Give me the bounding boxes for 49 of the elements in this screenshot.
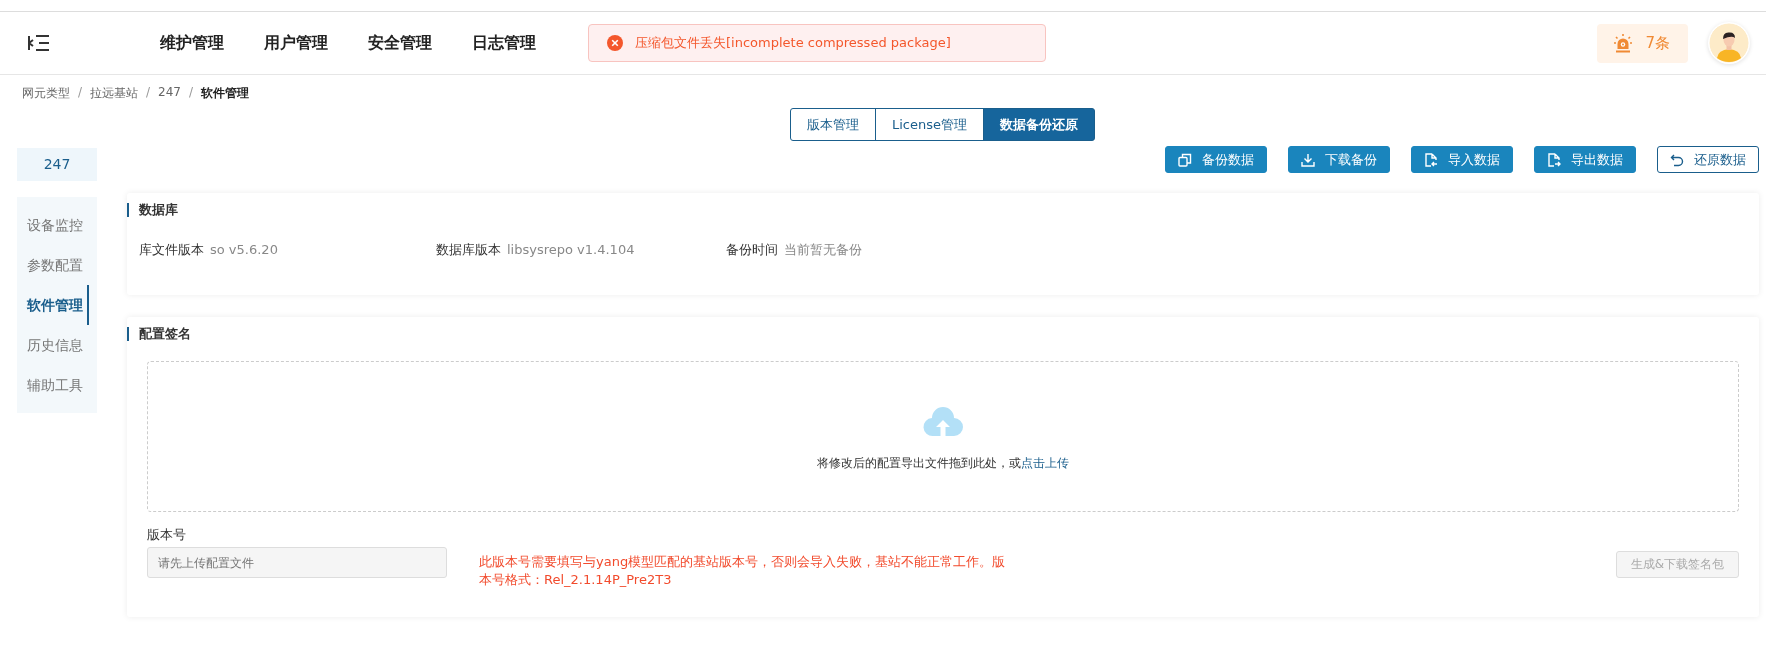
nav-item[interactable]: 维护管理: [160, 32, 224, 54]
action-button[interactable]: 下载备份: [1288, 146, 1390, 173]
tab[interactable]: 数据备份还原: [983, 108, 1095, 141]
action-button[interactable]: 备份数据: [1165, 146, 1267, 173]
warning-text: 此版本号需要填写与yang模型匹配的基站版本号，否则会导入失败，基站不能正常工作。版本号格式：Rel_2.1.14P_Pre2T3: [479, 553, 1007, 589]
field-value: libsysrepo v1.4.104: [507, 242, 635, 257]
side-menu-item[interactable]: 软件管理: [17, 285, 89, 325]
upload-dropzone[interactable]: 将修改后的配置导出文件拖到此处，或点击上传: [147, 361, 1739, 512]
file-export-icon: [1547, 152, 1561, 167]
upload-hint: 将修改后的配置导出文件拖到此处，或点击上传: [817, 455, 1069, 472]
action-button[interactable]: 还原数据: [1657, 146, 1759, 173]
action-button[interactable]: 导入数据: [1411, 146, 1513, 173]
avatar-icon[interactable]: [1708, 22, 1750, 64]
field-label: 版本号: [147, 526, 187, 544]
tab[interactable]: License管理: [875, 108, 984, 141]
section-title: 数据库: [127, 203, 1759, 217]
action-button[interactable]: 导出数据: [1534, 146, 1636, 173]
error-icon: [607, 35, 623, 51]
breadcrumb-separator: /: [146, 85, 151, 101]
cloud-upload-icon: [923, 407, 963, 437]
field-label: 备份时间: [726, 242, 778, 257]
node-label: 247: [17, 148, 97, 181]
side-menu-item[interactable]: 辅助工具: [17, 365, 97, 405]
undo-icon: [1670, 152, 1684, 167]
upload-link[interactable]: 点击上传: [1021, 456, 1069, 470]
nav-item[interactable]: 安全管理: [368, 32, 432, 54]
side-menu-item[interactable]: 设备监控: [17, 205, 97, 245]
field-label: 数据库版本: [436, 242, 501, 257]
nav-item[interactable]: 日志管理: [472, 32, 536, 54]
file-import-icon: [1424, 152, 1438, 167]
nav-item[interactable]: 用户管理: [264, 32, 328, 54]
breadcrumb-item[interactable]: 拉远基站: [90, 85, 139, 102]
copy-icon: [1178, 152, 1192, 167]
error-message: 压缩包文件丢失[incomplete compressed package]: [635, 34, 951, 52]
breadcrumb-item: 软件管理: [201, 85, 250, 102]
download-icon: [1301, 152, 1315, 167]
section-title: 配置签名: [127, 327, 1759, 341]
breadcrumb-separator: /: [189, 85, 194, 101]
field-label: 库文件版本: [139, 242, 204, 257]
field-value: 当前暂无备份: [784, 242, 862, 257]
field-value: so v5.6.20: [210, 242, 278, 257]
breadcrumb-item[interactable]: 网元类型: [22, 85, 70, 102]
side-menu-item[interactable]: 参数配置: [17, 245, 97, 285]
siren-icon: [1613, 33, 1634, 53]
breadcrumb-separator: /: [78, 85, 83, 101]
menu-icon[interactable]: [28, 35, 50, 51]
breadcrumb-item[interactable]: 247: [158, 85, 181, 102]
side-menu-item[interactable]: 历史信息: [17, 325, 97, 365]
tab[interactable]: 版本管理: [790, 108, 876, 141]
